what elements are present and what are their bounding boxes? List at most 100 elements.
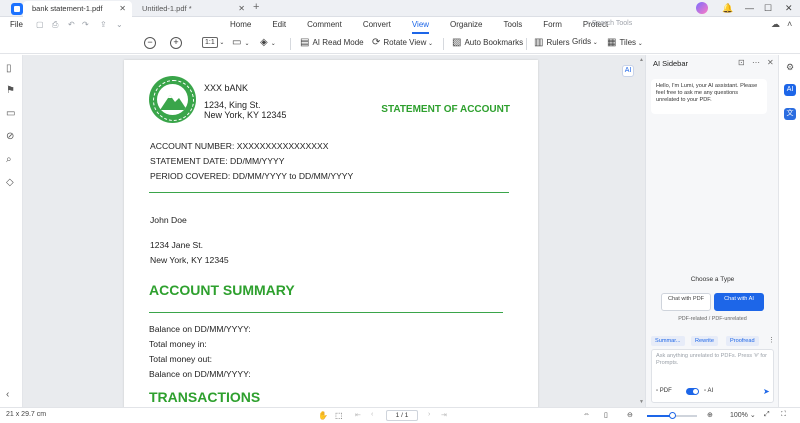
proofread-chip[interactable]: Proofread: [726, 336, 759, 346]
rotate-view-label: Rotate View: [383, 38, 427, 47]
redo-icon[interactable]: ↷: [82, 20, 89, 29]
print-icon[interactable]: ⎙: [52, 20, 58, 30]
collapse-ribbon-icon[interactable]: ˄: [787, 19, 792, 29]
zoom-out-button[interactable]: −: [144, 37, 156, 49]
menu-home[interactable]: Home: [230, 20, 251, 29]
notification-icon[interactable]: 🔔: [722, 1, 733, 16]
tab-untitled[interactable]: Untitled-1.pdf * ✕: [133, 1, 251, 17]
zoom-in-button[interactable]: +: [170, 37, 182, 49]
page-display-button[interactable]: ▭ ⌄: [232, 37, 249, 48]
statement-title: STATEMENT OF ACCOUNT: [381, 104, 510, 115]
chat-with-ai-button[interactable]: Chat with AI: [714, 293, 764, 311]
previous-page-icon[interactable]: ‹: [371, 411, 373, 418]
scroll-up-icon[interactable]: ▲: [639, 57, 644, 63]
file-menu[interactable]: File: [10, 20, 23, 29]
pdf-option[interactable]: ▫ PDF: [656, 388, 672, 394]
select-tool-icon[interactable]: ⬚: [335, 411, 343, 420]
more-options-icon[interactable]: ⋯: [752, 58, 760, 67]
close-window-button[interactable]: ✕: [785, 1, 793, 16]
zoom-in-status-icon[interactable]: ⊕: [707, 411, 713, 419]
page-number-input[interactable]: 1 / 1: [386, 410, 418, 421]
comments-icon[interactable]: ▭: [6, 108, 15, 119]
last-page-icon[interactable]: ⇥: [441, 411, 447, 419]
menu-view[interactable]: View: [411, 20, 430, 34]
minimize-button[interactable]: —: [745, 1, 754, 16]
background-color-button[interactable]: ◈ ⌄: [260, 37, 276, 48]
status-bar: 21 x 29.7 cm ✋ ⬚ ⇤ ‹ 1 / 1 › ⇥ ⇔ ▯ ⊖ ⊕ 1…: [0, 407, 800, 423]
toolbar-divider: [526, 38, 527, 50]
undo-icon[interactable]: ↶: [68, 20, 75, 29]
chat-with-pdf-button[interactable]: Chat with PDF: [661, 293, 711, 311]
tab-label: Untitled-1.pdf *: [142, 4, 192, 13]
ai-assistant-float-button[interactable]: AI: [622, 65, 634, 77]
divider-line: [149, 312, 503, 313]
first-page-icon[interactable]: ⇤: [355, 411, 361, 419]
ai-read-mode-button[interactable]: ▤ AI Read Mode: [300, 37, 364, 48]
summary-line: Total money out:: [149, 354, 213, 364]
bank-name: XXX bANK: [204, 83, 249, 93]
fit-width-icon[interactable]: ⇔: [583, 411, 590, 418]
layers-icon[interactable]: ◇: [6, 177, 14, 188]
tab-close-icon[interactable]: ✕: [119, 1, 126, 16]
properties-icon[interactable]: ⚙: [784, 61, 796, 73]
menu-form[interactable]: Form: [543, 20, 562, 29]
ai-sidebar: AI Sidebar ⊡ ⋯ ✕ Hello, I'm Lumi, your A…: [645, 55, 778, 407]
bookmark-icon: ▧: [452, 37, 462, 48]
search-panel-icon[interactable]: ⌕: [6, 154, 12, 165]
grids-button[interactable]: Grids ⌄: [572, 37, 598, 46]
menu-convert[interactable]: Convert: [363, 20, 391, 29]
document-viewport[interactable]: XXX bANK 1234, King St. New York, KY 123…: [23, 55, 645, 407]
avatar[interactable]: [696, 2, 708, 14]
new-tab-button[interactable]: +: [253, 0, 259, 15]
pdf-ai-toggle[interactable]: [686, 388, 699, 395]
tab-close-icon[interactable]: ✕: [238, 1, 245, 16]
cloud-upload-icon[interactable]: ☁: [771, 19, 780, 30]
search-icon: ⌕: [586, 20, 590, 27]
fit-page-icon[interactable]: ⤢: [764, 411, 770, 419]
ai-read-mode-label: AI Read Mode: [312, 38, 364, 47]
scroll-down-icon[interactable]: ▼: [639, 399, 644, 405]
collapse-left-panel-icon[interactable]: ‹: [6, 389, 9, 400]
new-file-icon[interactable]: ▢: [36, 20, 44, 29]
more-prompts-icon[interactable]: ⋮: [768, 336, 775, 344]
single-page-icon[interactable]: ▯: [604, 411, 608, 419]
menu-edit[interactable]: Edit: [272, 20, 286, 29]
send-icon[interactable]: ➤: [763, 387, 770, 396]
ai-option[interactable]: ▫ AI: [704, 388, 713, 394]
maximize-button[interactable]: ☐: [764, 1, 772, 16]
hand-tool-icon[interactable]: ✋: [318, 411, 328, 420]
menu-comment[interactable]: Comment: [307, 20, 342, 29]
summarize-chip[interactable]: Summar...: [651, 336, 685, 346]
translate-icon[interactable]: 文: [784, 108, 796, 120]
right-panel-rail: ⚙ AI 文: [778, 55, 800, 407]
next-page-icon[interactable]: ›: [428, 411, 430, 418]
rotate-view-button[interactable]: ⟳ Rotate View ⌄: [372, 37, 433, 48]
attachments-icon[interactable]: ⊘: [6, 131, 14, 142]
view-toolbar: − + 1:1 ⌄ ▭ ⌄ ◈ ⌄ ▤ AI Read Mode ⟳ Rotate Vi…: [0, 34, 800, 54]
ai-history-icon[interactable]: ⊡: [738, 58, 745, 67]
zoom-out-icon: −: [144, 37, 156, 49]
tab-bank-statement[interactable]: bank statement-1.pdf ✕: [23, 1, 132, 17]
zoom-level-select[interactable]: 100% ⌄: [730, 411, 756, 419]
auto-bookmarks-button[interactable]: ▧ Auto Bookmarks: [452, 37, 523, 48]
share-icon[interactable]: ⇪: [100, 20, 107, 29]
ai-sidebar-icon[interactable]: AI: [784, 84, 796, 96]
thumbnails-icon[interactable]: ▯: [6, 63, 12, 74]
page-fit-button[interactable]: 1:1 ⌄: [202, 37, 224, 48]
ai-chat-input[interactable]: Ask anything unrelated to PDFs. Press '#…: [651, 349, 774, 403]
page-size-label: 21 x 29.7 cm: [6, 411, 47, 418]
tiles-button[interactable]: ▦ Tiles ⌄: [607, 37, 643, 48]
zoom-slider-handle[interactable]: [668, 412, 676, 419]
menu-organize[interactable]: Organize: [450, 20, 482, 29]
paint-bucket-icon: ◈: [260, 37, 268, 48]
rulers-button[interactable]: ▥ Rulers: [534, 37, 570, 48]
close-icon[interactable]: ✕: [767, 58, 774, 67]
menu-tools[interactable]: Tools: [504, 20, 523, 29]
zoom-out-status-icon[interactable]: ⊖: [627, 411, 633, 419]
zoom-slider[interactable]: [647, 412, 697, 419]
fullscreen-icon[interactable]: ⛶: [781, 411, 786, 419]
quick-access-dropdown-icon[interactable]: ⌄: [116, 20, 123, 29]
search-tools-input[interactable]: ⌕ Search Tools: [586, 20, 632, 28]
rewrite-chip[interactable]: Rewrite: [691, 336, 718, 346]
bookmarks-icon[interactable]: ⚑: [6, 85, 15, 96]
